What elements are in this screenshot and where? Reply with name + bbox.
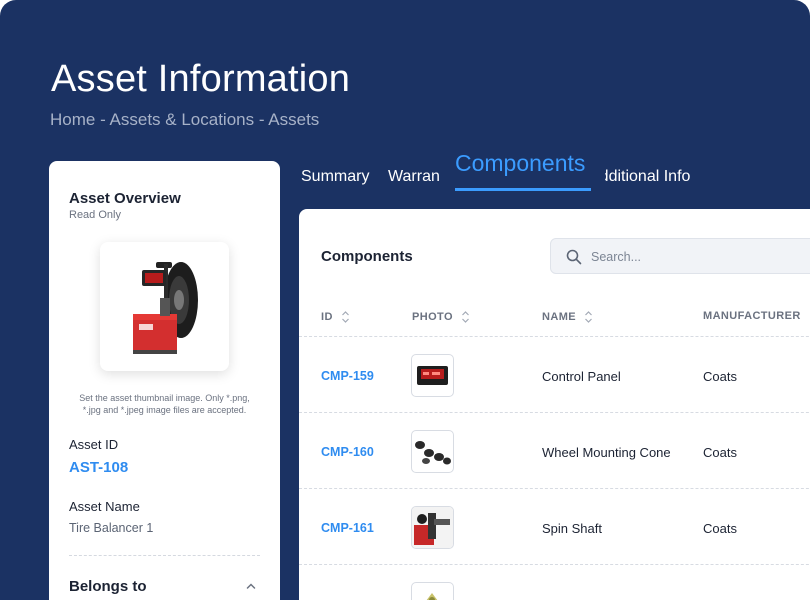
asset-overview-title: Asset Overview	[69, 190, 181, 207]
row-divider	[299, 564, 810, 565]
search-icon	[566, 249, 582, 265]
asset-overview-card: Asset Overview Read Only Set the asset t…	[49, 161, 280, 600]
sort-icon[interactable]	[341, 310, 350, 324]
section-divider	[69, 555, 260, 556]
active-tab-indicator	[455, 188, 591, 191]
read-only-label: Read Only	[69, 209, 121, 221]
row-divider	[299, 488, 810, 489]
chevron-up-icon[interactable]	[245, 580, 257, 592]
component-id-link[interactable]: CMP-160	[321, 445, 374, 459]
component-name: Wheel Mounting Cone	[542, 445, 671, 460]
component-manufacturer: Coats	[703, 369, 737, 384]
app-frame: Asset Information Home - Assets & Locati…	[0, 0, 810, 600]
tab-components[interactable]: Components	[455, 150, 585, 177]
tab-warranty[interactable]: Warranty	[388, 160, 439, 194]
component-manufacturer: Coats	[703, 521, 737, 536]
component-name: Control Panel	[542, 369, 621, 384]
control-panel-image	[417, 366, 448, 385]
component-manufacturer: Coats	[703, 445, 737, 460]
cones-image	[415, 441, 451, 465]
shaft-photo[interactable]	[411, 506, 454, 549]
breadcrumb: Home - Assets & Locations - Assets	[50, 110, 319, 130]
column-header-name-label: NAME	[542, 311, 576, 323]
control-panel-photo[interactable]	[411, 354, 454, 397]
sort-icon[interactable]	[461, 310, 470, 324]
column-header-manufacturer[interactable]: MANUFACTURER	[703, 310, 801, 322]
asset-thumbnail[interactable]	[100, 242, 229, 371]
breadcrumb-home[interactable]: Home	[50, 110, 95, 129]
asset-name-value: Tire Balancer 1	[69, 521, 154, 535]
asset-id-value: AST-108	[69, 459, 129, 476]
breadcrumb-assets-locations[interactable]: Assets & Locations	[110, 110, 255, 129]
page-title: Asset Information	[51, 58, 351, 100]
thumbnail-hint: Set the asset thumbnail image. Only *.pn…	[79, 393, 250, 415]
components-title: Components	[321, 248, 413, 265]
belongs-to-header[interactable]: Belongs to	[69, 578, 147, 595]
component-id-link[interactable]: CMP-161	[321, 521, 374, 535]
breadcrumb-separator: -	[254, 110, 269, 129]
column-header-id[interactable]: ID	[321, 310, 350, 324]
column-header-id-label: ID	[321, 311, 333, 323]
asset-id-label: Asset ID	[69, 437, 119, 452]
row-divider	[299, 412, 810, 413]
search-box[interactable]	[550, 238, 810, 274]
tire-balancer-image	[133, 262, 198, 354]
asset-name-label: Asset Name	[69, 499, 140, 514]
column-header-photo-label: PHOTO	[412, 311, 453, 323]
column-header-manufacturer-label: MANUFACTURER	[703, 310, 801, 322]
breadcrumb-separator: -	[95, 110, 110, 129]
column-header-name[interactable]: NAME	[542, 310, 593, 324]
tab-summary[interactable]: Summary	[301, 168, 369, 186]
cones-photo[interactable]	[411, 430, 454, 473]
row-divider	[299, 336, 810, 337]
components-panel: Components ID PHOTO NAME MANUFACTURER CM…	[299, 209, 810, 600]
component-name: Spin Shaft	[542, 521, 602, 536]
tab-additional-info[interactable]: Additional Info	[605, 160, 695, 194]
partial-photo[interactable]	[411, 582, 454, 600]
tab-additional-info-label: Additional Info	[605, 168, 691, 185]
component-id-link[interactable]: CMP-159	[321, 369, 374, 383]
breadcrumb-assets[interactable]: Assets	[268, 110, 319, 129]
shaft-image	[412, 507, 453, 548]
search-input[interactable]	[591, 247, 791, 267]
partial-image	[426, 593, 438, 600]
sort-icon[interactable]	[584, 310, 593, 324]
tab-warranty-label: Warranty	[388, 168, 439, 185]
column-header-photo[interactable]: PHOTO	[412, 310, 470, 324]
